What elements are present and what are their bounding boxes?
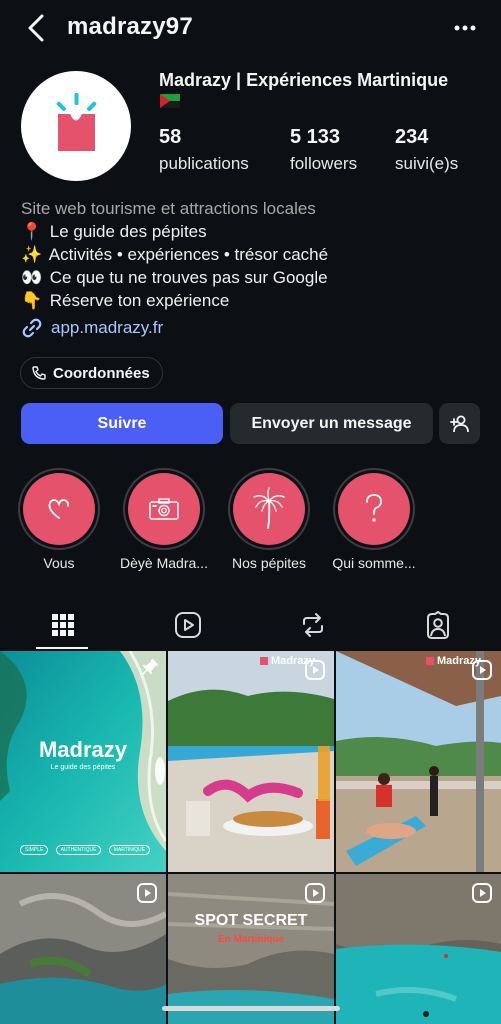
stat-publications-value: 58 — [159, 126, 182, 148]
stat-following-label: suivi(e)s — [395, 154, 459, 173]
home-indicator[interactable] — [162, 1006, 340, 1011]
reel-icon — [137, 883, 157, 903]
highlight-ring — [228, 468, 310, 550]
bio-line: 👀 Ce que tu ne trouves pas sur Google — [21, 266, 328, 289]
message-button[interactable]: Envoyer un message — [230, 403, 433, 444]
pin-emoji-icon: 📍 — [21, 222, 43, 241]
reel-icon — [472, 883, 492, 903]
tab-reels[interactable] — [125, 600, 250, 650]
bio-line: 📍 Le guide des pépites — [21, 220, 328, 243]
stat-publications[interactable]: 58 publications — [159, 126, 249, 174]
madrazy-mini-logo-icon — [426, 657, 434, 665]
martinique-flag-icon — [160, 94, 180, 108]
stat-following-value: 234 — [395, 126, 429, 148]
more-options-icon[interactable] — [450, 14, 480, 42]
reel-icon — [472, 660, 492, 680]
highlight-label: Qui somme... — [332, 555, 416, 571]
sparkles-emoji-icon: ✨ — [21, 245, 43, 264]
question-icon — [366, 494, 382, 522]
post-tile[interactable]: Madrazy — [168, 651, 334, 872]
tagged-user-icon — [426, 611, 449, 639]
highlight-ring — [123, 468, 205, 550]
highlight-label: Nos pépites — [232, 555, 306, 571]
top-bar: madrazy97 — [0, 0, 501, 56]
tab-tagged[interactable] — [375, 600, 500, 650]
post-tile[interactable] — [0, 874, 166, 1024]
tab-posts-grid[interactable] — [0, 600, 125, 650]
stat-following[interactable]: 234 suivi(e)s — [395, 126, 458, 174]
highlight-label: Vous — [43, 555, 75, 571]
highlight-deye-madrazy[interactable]: Dèyè Madra... — [120, 468, 208, 571]
post-tag: MARTINIQUE — [108, 845, 150, 855]
post-tag: AUTHENTIQUE — [55, 845, 102, 855]
reel-icon — [305, 883, 325, 903]
highlight-cover — [233, 473, 305, 545]
bio-line-text: Ce que tu ne trouves pas sur Google — [49, 268, 328, 287]
post-tile[interactable]: SPOT SECRET En Martinique — [168, 874, 334, 1024]
bio-category: Site web tourisme et attractions locales — [21, 199, 316, 218]
post-tile[interactable]: Madrazy Le guide des pépites SIMPLE AUTH… — [0, 651, 166, 872]
post-title: Madrazy — [38, 737, 128, 762]
grid-icon — [51, 614, 74, 636]
stat-publications-label: publications — [159, 154, 249, 173]
post-image — [168, 651, 334, 872]
phone-icon — [32, 366, 46, 380]
active-tab-indicator — [36, 647, 88, 649]
reels-icon — [174, 612, 201, 638]
bio-line-text: Le guide des pépites — [49, 222, 207, 241]
bio-line-text: Activités • expériences • trésor caché — [48, 245, 329, 264]
camera-icon — [149, 498, 179, 520]
post-tile[interactable] — [336, 874, 501, 1024]
repost-icon — [302, 613, 323, 637]
post-subtitle: Le guide des pépites — [50, 764, 116, 771]
highlight-qui-sommes-nous[interactable]: Qui somme... — [332, 468, 416, 571]
madrazy-logo-icon — [56, 93, 97, 151]
reel-icon — [305, 660, 325, 680]
username-title: madrazy97 — [67, 13, 193, 40]
post-tag: SIMPLE — [20, 845, 49, 855]
bio-link-text: app.madrazy.fr — [51, 318, 164, 337]
post-image — [336, 651, 501, 872]
suggest-users-button[interactable] — [439, 403, 480, 444]
link-icon — [22, 318, 42, 338]
highlight-cover — [338, 473, 410, 545]
post-title: SPOT SECRET — [194, 912, 308, 929]
eyes-emoji-icon: 👀 — [21, 268, 43, 287]
stat-followers-label: followers — [290, 154, 358, 173]
bio-link[interactable]: app.madrazy.fr — [21, 317, 163, 339]
add-user-icon — [449, 415, 469, 432]
profile-full-name: Madrazy | Expériences Martinique — [159, 70, 449, 90]
contact-button-label: Coordonnées — [53, 364, 150, 382]
profile-bio: Site web tourisme et attractions locales… — [21, 197, 328, 312]
profile-avatar[interactable] — [21, 71, 131, 181]
highlight-ring — [333, 468, 415, 550]
bio-line: 👇 Réserve ton expérience — [21, 289, 328, 312]
highlight-nos-pepites[interactable]: Nos pépites — [228, 468, 310, 571]
pointing-down-emoji-icon: 👇 — [21, 291, 43, 310]
highlight-ring — [18, 468, 100, 550]
posts-grid: Madrazy Le guide des pépites SIMPLE AUTH… — [0, 651, 501, 1024]
madrazy-mini-logo-icon — [260, 657, 268, 665]
back-arrow-icon[interactable] — [22, 12, 50, 44]
post-tile[interactable]: Madrazy — [336, 651, 501, 872]
stat-followers-value: 5 133 — [290, 126, 341, 148]
heart-icon — [48, 499, 69, 519]
follow-button[interactable]: Suivre — [21, 403, 223, 444]
post-tags: SIMPLE AUTHENTIQUE MARTINIQUE — [20, 845, 150, 855]
highlight-vous[interactable]: Vous — [18, 468, 100, 571]
highlight-cover — [128, 473, 200, 545]
bio-line-text: Réserve ton expérience — [49, 291, 230, 310]
highlight-label: Dèyè Madra... — [120, 555, 208, 571]
contact-button[interactable]: Coordonnées — [20, 357, 163, 389]
bio-line: ✨ Activités • expériences • trésor caché — [21, 243, 328, 266]
tab-reposts[interactable] — [250, 600, 375, 650]
palm-tree-icon — [253, 487, 285, 530]
stat-followers[interactable]: 5 133 followers — [290, 126, 357, 174]
post-subtitle: En Martinique — [217, 934, 285, 945]
profile-tabs — [0, 600, 501, 650]
highlight-cover — [23, 473, 95, 545]
pin-icon — [142, 658, 159, 675]
